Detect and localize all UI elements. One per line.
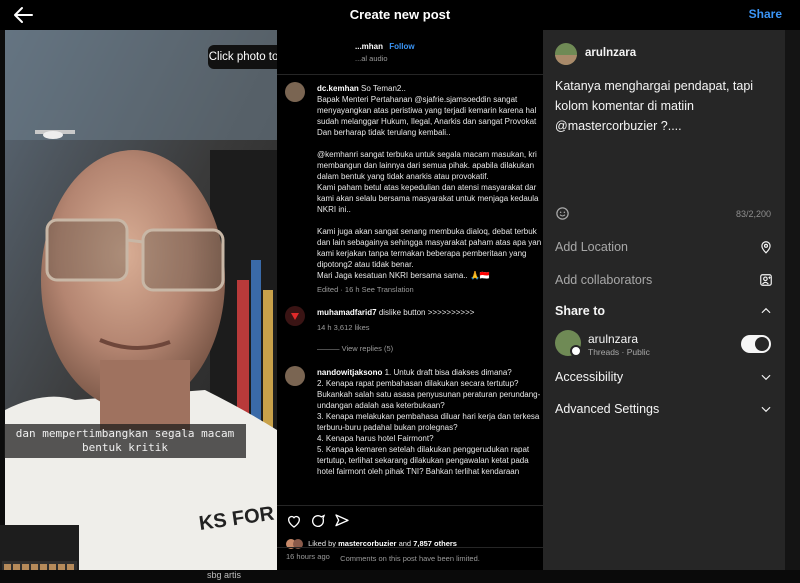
character-count: 83/2,200 [735,209,771,219]
comment-line: Dan berharap tidak terulang kembali.. [317,128,451,137]
comment-user: dc.kemhan [317,84,359,93]
advanced-settings-label: Advanced Settings [555,402,660,416]
share-to-section[interactable]: Share to [555,304,773,322]
comment-line: terburu-buru padahal bukan prolegnas? [317,423,458,432]
avatar [285,82,305,102]
bottom-bar: sbg artis [0,570,800,583]
follow-link[interactable]: Follow [389,42,414,51]
caption-textarea[interactable]: Katanya menghargai pendapat, tapi kolom … [555,76,775,136]
post-photo[interactable]: KS FOR [5,30,277,570]
send-icon[interactable] [334,513,350,529]
comment-line: dipotong2 atau tidak benar. [317,260,414,269]
chevron-up-icon [761,307,771,314]
comment-line: Kami juga akan sangat senang membuka dia… [317,227,537,236]
comment-line: kami akan selalu bersama masyarakat untu… [317,194,539,203]
chevron-down-icon [761,406,771,413]
share-button[interactable]: Share [749,7,782,21]
comment-line: 3. Kenapa melakukan pembahasa diluar har… [317,412,540,421]
heart-icon[interactable] [286,513,302,529]
share-to-label: Share to [555,304,606,318]
view-replies-label: View replies (5) [341,344,394,353]
comment-line: kami kerjakan tanpa termakan beberapa pe… [317,249,527,258]
comment-line: dalam bentuk yang tidak anarkis atau pro… [317,172,489,181]
comment-user: muhamadfarid7 [317,308,377,317]
comment-line: 4. Kenapa harus hotel Fairmont? [317,434,434,443]
video-caption-line: bentuk kritik [81,441,169,454]
chevron-down-icon [761,374,771,381]
comment-line: dan lain sebagainya sehingga masyarakat … [317,238,542,247]
comment-line: 5. Kenapa kemaren setelah dilakukan peng… [317,445,530,454]
comment-line: Kami paham betul atas kepedulian dan ate… [317,183,537,192]
comment-line: hotel fairmont oleh pihak TNI? Bahkan te… [317,467,520,476]
comment-line: NKRI ini.. [317,205,351,214]
comment-line: sudah melanggar Hukum, Ilegal, Anarkis d… [317,117,537,126]
footer-label: sbg artis [207,570,242,580]
add-person-icon [760,274,772,286]
add-location-label: Add Location [555,240,628,254]
emoji-icon[interactable] [555,206,570,221]
comment-line: @kemhanri sangat terbuka untuk segala ma… [317,150,537,159]
comment-line: tertutup, terlihat sekarang dilakukan pe… [317,456,529,465]
panel-username: arulnzara [585,47,637,59]
add-collaborators-label: Add collaborators [555,273,653,287]
view-replies-link[interactable]: ――― View replies (5) [317,344,543,353]
threads-account-row: arulnzara Threads · Public [555,330,773,358]
post-owner: ...mhan [355,42,384,51]
comment-nandowitjaksono: nandowitjaksono 1. Untuk draft bisa diak… [317,367,543,477]
embedded-post: ...mhan Follow ...al audio dc.kemhan So … [277,30,543,570]
threads-share-toggle[interactable] [741,335,771,353]
video-caption: dan mempertimbangkan segala macam bentuk… [4,424,246,458]
account-sub: Threads · Public [588,347,650,357]
post-audio: ...al audio [355,54,388,63]
accessibility-label: Accessibility [555,370,624,384]
video-caption-line: dan mempertimbangkan segala macam [15,427,235,440]
comment-icon[interactable] [310,513,326,529]
avatar [555,43,577,65]
account-name: arulnzara [588,332,639,346]
post-details-panel: arulnzara Katanya menghargai pendapat, t… [543,30,785,570]
comment-line: Bapak Menteri Pertahanan @sjafrie.sjamso… [317,95,518,104]
comment-dc-kemhan: dc.kemhan So Teman2.. Bapak Menteri Pert… [317,83,543,294]
advanced-settings-row[interactable]: Advanced Settings [555,402,773,418]
photo-image: KS FOR [5,30,277,570]
comment-meta[interactable]: Edited · 16 h See Translation [317,285,543,294]
comment-line: 2. Kenapa rapat pembahasan dilakukan sec… [317,379,519,388]
add-collaborators-row[interactable]: Add collaborators [555,273,773,289]
comment-lead: dislike button >>>>>>>>>> [378,308,475,317]
comment-lead: 1. Untuk draft bisa diakses dimana? [384,368,512,377]
add-location-row[interactable]: Add Location [555,240,773,256]
comment-line: Bukankah salah satu asasa penyusunan per… [317,390,541,399]
background-page-edge [785,30,800,583]
avatar [285,306,305,326]
location-pin-icon [761,241,771,254]
comment-lead: So Teman2.. [361,84,406,93]
create-post-dialog: Create new post Share KS FOR Click photo… [0,0,800,583]
comment-line: Mari Jaga kesatuan NKRI bersama sama.. 🙏… [317,271,490,280]
comment-user: nandowitjaksono [317,368,383,377]
avatar [285,366,305,386]
threads-badge-icon [570,345,582,357]
dialog-title: Create new post [349,7,451,22]
accessibility-row[interactable]: Accessibility [555,370,773,386]
comment-line: undangan adalah asa keterbukaan? [317,401,445,410]
comment-line: menyayangkan atas peristiwa yang terjadi… [317,106,537,115]
comment-muhamadfarid7: muhamadfarid7 dislike button >>>>>>>>>> … [317,307,543,353]
dialog-header: Create new post Share [0,0,800,30]
comment-line: membangun dan lainnya dari semua pihak. … [317,161,535,170]
comment-meta: 14 h 3,612 likes [317,323,370,332]
comments-limited-notice: Comments on this post have been limited. [340,554,480,563]
